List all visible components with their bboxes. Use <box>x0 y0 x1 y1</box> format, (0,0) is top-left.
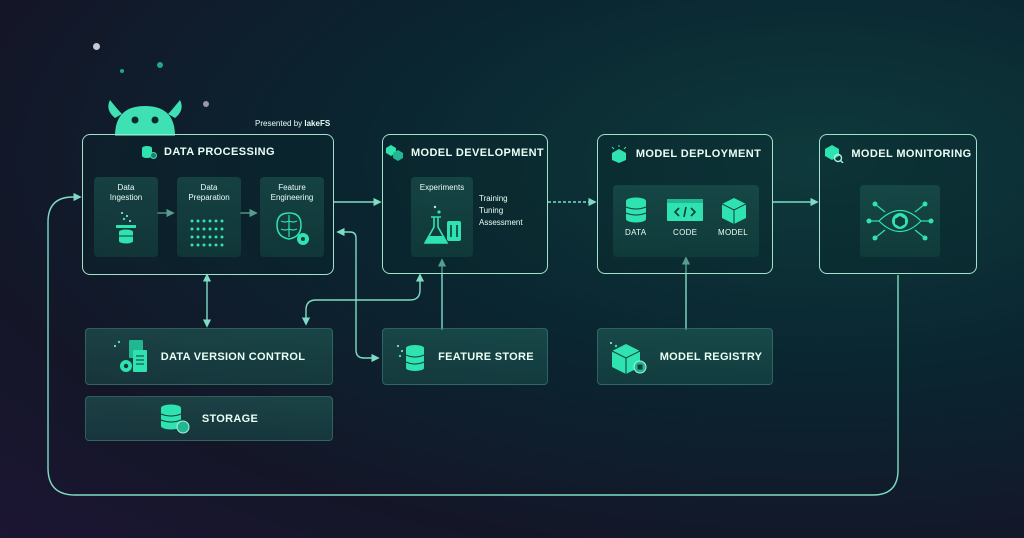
component-label: MODEL REGISTRY <box>659 350 763 363</box>
eye-network-icon <box>866 201 934 241</box>
arrow-processing-featurestore <box>336 227 380 363</box>
activity-tuning: Tuning <box>479 206 504 215</box>
panel-label: Feature Engineering <box>270 183 314 202</box>
activity-assessment: Assessment <box>479 218 523 227</box>
ingestion-icon <box>116 212 136 244</box>
component-data-version-control[interactable]: DATA VERSION CONTROL <box>85 328 333 385</box>
decor-dot <box>157 62 163 68</box>
model-cube-icon <box>722 198 746 224</box>
panel-label: Data Preparation <box>188 183 230 202</box>
data-preparation-icon <box>190 219 224 247</box>
registry-cube-icon <box>609 341 647 374</box>
database-icon <box>625 197 647 223</box>
stage-title-model-monitoring: MODEL MONITORING <box>820 145 976 163</box>
cube-search-icon <box>825 145 844 163</box>
experiment-activities: Training Tuning Assessment <box>479 193 523 229</box>
panel-label: Experiments <box>419 183 465 192</box>
cubes-icon <box>385 145 403 161</box>
panel-label: Data Ingestion <box>109 183 143 202</box>
arrow-dvc-development <box>301 273 425 326</box>
decor-dot <box>120 69 124 73</box>
stage-data-processing[interactable]: DATA PROCESSING Data Ingestion Data Prep… <box>82 134 334 275</box>
deploy-item-data: DATA <box>625 228 647 237</box>
component-label: STORAGE <box>201 412 259 425</box>
versioned-files-gear-icon <box>113 339 147 372</box>
panel-feature-engineering[interactable]: Feature Engineering <box>260 177 324 257</box>
cube-sparkle-icon <box>611 145 627 163</box>
decor-dot <box>93 43 100 50</box>
component-storage[interactable]: STORAGE <box>85 396 333 441</box>
stage-model-deployment[interactable]: MODEL DEPLOYMENT DATA CODE MODEL <box>597 134 773 274</box>
component-feature-store[interactable]: FEATURE STORE <box>382 328 548 385</box>
panel-data-preparation[interactable]: Data Preparation <box>177 177 241 257</box>
panel-data-ingestion[interactable]: Data Ingestion <box>94 177 158 257</box>
lakefs-mascot <box>100 96 190 136</box>
stage-title-data-processing: DATA PROCESSING <box>83 145 333 159</box>
stage-title-model-development: MODEL DEVELOPMENT <box>383 145 547 161</box>
deploy-item-model: MODEL <box>718 228 748 237</box>
deploy-item-code: CODE <box>673 228 698 237</box>
brand-name: lakeFS <box>304 119 331 128</box>
brain-gear-icon <box>276 212 309 245</box>
database-gear-icon <box>142 146 158 159</box>
component-label: FEATURE STORE <box>438 350 534 363</box>
activity-training: Training <box>479 194 508 203</box>
storage-database-icon <box>160 404 190 433</box>
stage-title-model-deployment: MODEL DEPLOYMENT <box>598 145 772 163</box>
lab-flask-icon <box>423 205 461 244</box>
stage-model-monitoring[interactable]: MODEL MONITORING <box>819 134 977 274</box>
feature-store-database-icon <box>397 344 425 371</box>
component-label: DATA VERSION CONTROL <box>160 350 306 363</box>
stage-model-development[interactable]: MODEL DEVELOPMENT Experiments Training T… <box>382 134 548 274</box>
panel-experiments[interactable]: Experiments <box>411 177 473 257</box>
decor-dot <box>203 101 209 107</box>
presented-by-label: Presented by <box>255 119 303 128</box>
code-window-icon <box>667 199 703 221</box>
component-model-registry[interactable]: MODEL REGISTRY <box>597 328 773 385</box>
presented-by: Presented by lakeFS <box>255 119 330 128</box>
